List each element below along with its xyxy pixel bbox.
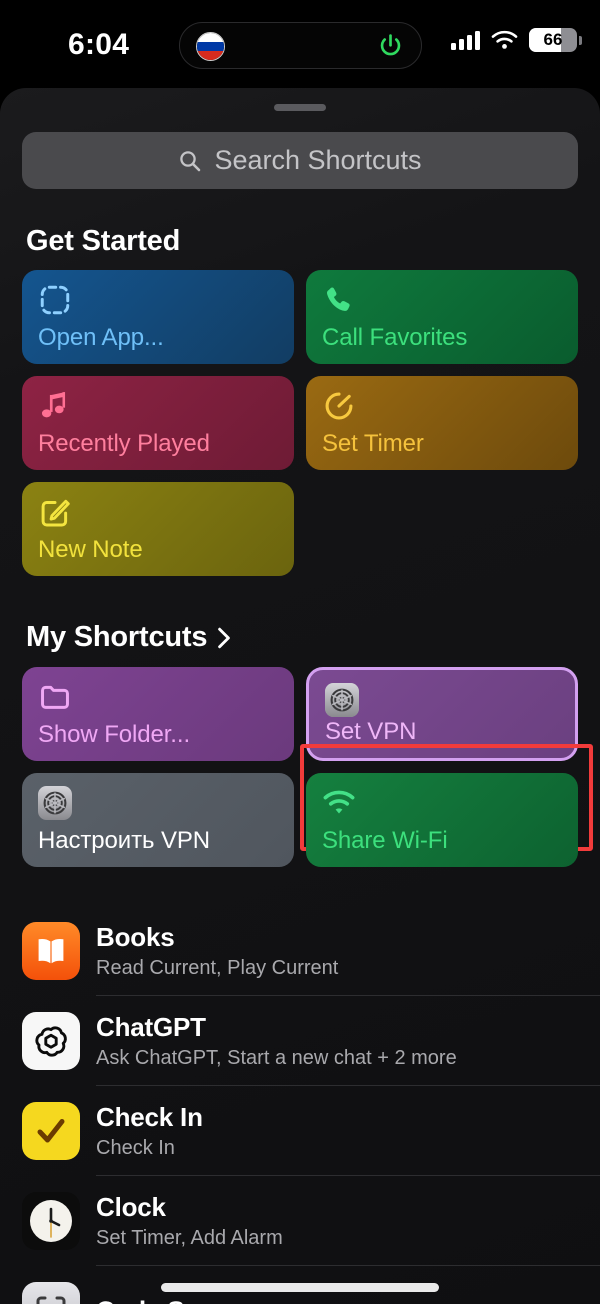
shortcut-tile-call-favorites[interactable]: Call Favorites (306, 270, 578, 364)
phone-icon (327, 287, 350, 311)
chatgpt-app-icon (22, 1012, 80, 1070)
my-shortcuts-header[interactable]: My Shortcuts (26, 621, 233, 654)
list-item-title: Clock (96, 1192, 166, 1222)
folder-icon (41, 685, 69, 709)
list-item-subtitle: Ask ChatGPT, Start a new chat + 2 more (96, 1047, 457, 1069)
list-item[interactable]: Clock Set Timer, Add Alarm (0, 1176, 600, 1266)
dashed-square-icon (40, 285, 70, 315)
tile-label: Show Folder... (38, 721, 191, 748)
list-item-subtitle: Read Current, Play Current (96, 957, 339, 979)
list-item[interactable]: Check In Check In (0, 1086, 600, 1176)
list-item-text: Books Read Current, Play Current (96, 922, 338, 980)
sheet-grabber[interactable] (274, 104, 326, 111)
tile-label: Recently Played (38, 430, 210, 457)
wifi-icon (323, 790, 355, 814)
shortcuts-sheet: Search Shortcuts Get Started Open App...… (0, 88, 600, 1304)
battery-level: 66 (543, 30, 563, 49)
tile-label: Share Wi-Fi (322, 827, 448, 854)
list-item-title: Books (96, 922, 175, 952)
timer-icon (325, 392, 353, 420)
shortcut-tile-set-vpn[interactable]: Set VPN (306, 667, 578, 761)
status-bar-time: 6:04 (68, 28, 130, 61)
list-item[interactable]: ChatGPT Ask ChatGPT, Start a new chat + … (0, 996, 600, 1086)
my-shortcuts-heading: My Shortcuts (26, 621, 208, 653)
shortcut-tile-show-folder[interactable]: Show Folder... (22, 667, 294, 761)
tile-label: Set Timer (322, 430, 424, 457)
get-started-heading: Get Started (26, 225, 181, 257)
power-icon[interactable] (376, 32, 405, 61)
chevron-right-icon[interactable] (215, 627, 233, 649)
code-scanner-app-icon (22, 1282, 80, 1304)
shortcut-tile-new-note[interactable]: New Note (22, 482, 294, 576)
search-input[interactable]: Search Shortcuts (22, 132, 578, 189)
tile-label: Set VPN (325, 718, 417, 745)
list-item-title: Code Scanner (96, 1296, 269, 1304)
list-item-title: Check In (96, 1102, 203, 1132)
apps-list: Books Read Current, Play Current ChatGPT (0, 906, 600, 1304)
shortcut-tile-recently-played[interactable]: Recently Played (22, 376, 294, 470)
russia-flag-icon (196, 32, 225, 61)
clock-app-icon (22, 1192, 80, 1250)
tile-label: Open App... (38, 324, 164, 351)
status-bar-indicators: 66 (451, 28, 582, 52)
list-item-text: ChatGPT Ask ChatGPT, Start a new chat + … (96, 1012, 457, 1070)
tile-label: New Note (38, 536, 143, 563)
list-item-text: Check In Check In (96, 1102, 203, 1160)
list-item[interactable]: Books Read Current, Play Current (0, 906, 600, 996)
note-pencil-icon (41, 499, 70, 527)
home-indicator (161, 1283, 439, 1292)
shortcut-tile-open-app[interactable]: Open App... (22, 270, 294, 364)
cellular-signal-icon (451, 30, 480, 50)
status-bar: 6:04 66 (0, 0, 600, 88)
list-item-text: Code Scanner (96, 1296, 269, 1304)
music-note-icon (41, 392, 66, 418)
settings-icon (38, 786, 72, 820)
tile-label: Call Favorites (322, 324, 468, 351)
list-item-subtitle: Set Timer, Add Alarm (96, 1227, 283, 1249)
list-item-subtitle: Check In (96, 1137, 175, 1159)
shortcut-tile-nastroit-vpn[interactable]: Настроить VPN (22, 773, 294, 867)
dynamic-island[interactable] (179, 22, 422, 69)
books-app-icon (22, 922, 80, 980)
shortcut-tile-set-timer[interactable]: Set Timer (306, 376, 578, 470)
list-item-text: Clock Set Timer, Add Alarm (96, 1192, 283, 1250)
search-icon (180, 150, 201, 171)
check-in-app-icon (22, 1102, 80, 1160)
tile-label: Настроить VPN (38, 827, 210, 854)
shortcut-tile-share-wifi[interactable]: Share Wi-Fi (306, 773, 578, 867)
list-item-title: ChatGPT (96, 1012, 206, 1042)
search-placeholder: Search Shortcuts (214, 145, 422, 175)
iphone-screen: 6:04 66 Search Shortcuts Get Started Ope… (0, 0, 600, 1304)
battery-icon: 66 (529, 28, 577, 52)
settings-icon (325, 683, 359, 717)
wifi-icon (491, 30, 518, 49)
